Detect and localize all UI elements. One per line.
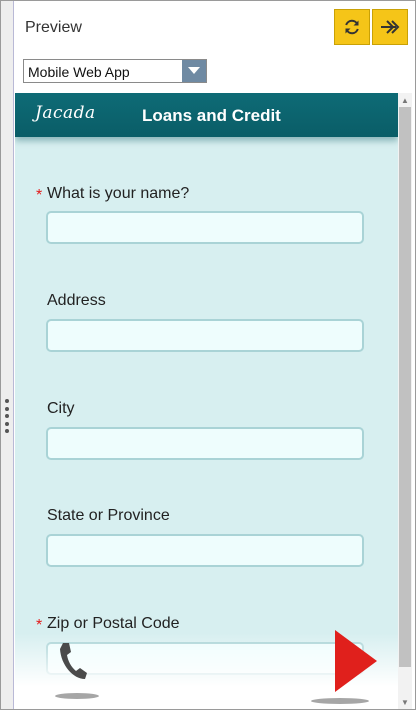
resize-strip[interactable] [1, 1, 14, 709]
phone-icon [60, 643, 87, 679]
name-label: What is your name? [47, 185, 190, 202]
next-button-shadow [311, 698, 369, 704]
scroll-thumb[interactable] [399, 107, 411, 667]
state-label: State or Province [47, 507, 170, 524]
required-marker: * [36, 187, 43, 204]
play-arrow-icon[interactable] [333, 628, 379, 694]
scroll-down-icon[interactable]: ▼ [400, 697, 410, 707]
chevron-down-icon[interactable] [182, 60, 206, 82]
state-input[interactable] [46, 534, 364, 567]
next-panel-button[interactable] [372, 9, 408, 45]
city-label: City [47, 400, 75, 417]
call-button[interactable] [49, 641, 95, 697]
panel-title: Preview [25, 19, 82, 36]
device-type-select[interactable]: Mobile Web App [23, 59, 207, 83]
city-input[interactable] [46, 427, 364, 460]
jacada-logo: Jacada [35, 103, 96, 123]
address-label: Address [47, 292, 106, 309]
address-input[interactable] [46, 319, 364, 352]
double-arrow-right-icon [381, 20, 400, 34]
app-header: Jacada Loans and Credit [15, 93, 398, 137]
refresh-icon [345, 19, 359, 35]
zip-label: Zip or Postal Code [47, 615, 180, 632]
preview-panel: Preview Mobile Web App Jacada Loans and … [0, 0, 416, 710]
resize-grip-icon[interactable] [5, 399, 9, 433]
scroll-up-icon[interactable]: ▲ [400, 95, 410, 105]
name-input[interactable] [46, 211, 364, 244]
app-title: Loans and Credit [142, 106, 281, 125]
call-button-shadow [55, 693, 99, 699]
refresh-button[interactable] [334, 9, 370, 45]
device-type-value: Mobile Web App [28, 64, 130, 80]
scrollbar[interactable]: ▲ ▼ [398, 93, 412, 709]
mobile-app-preview: Jacada Loans and Credit * What is your n… [15, 93, 398, 709]
